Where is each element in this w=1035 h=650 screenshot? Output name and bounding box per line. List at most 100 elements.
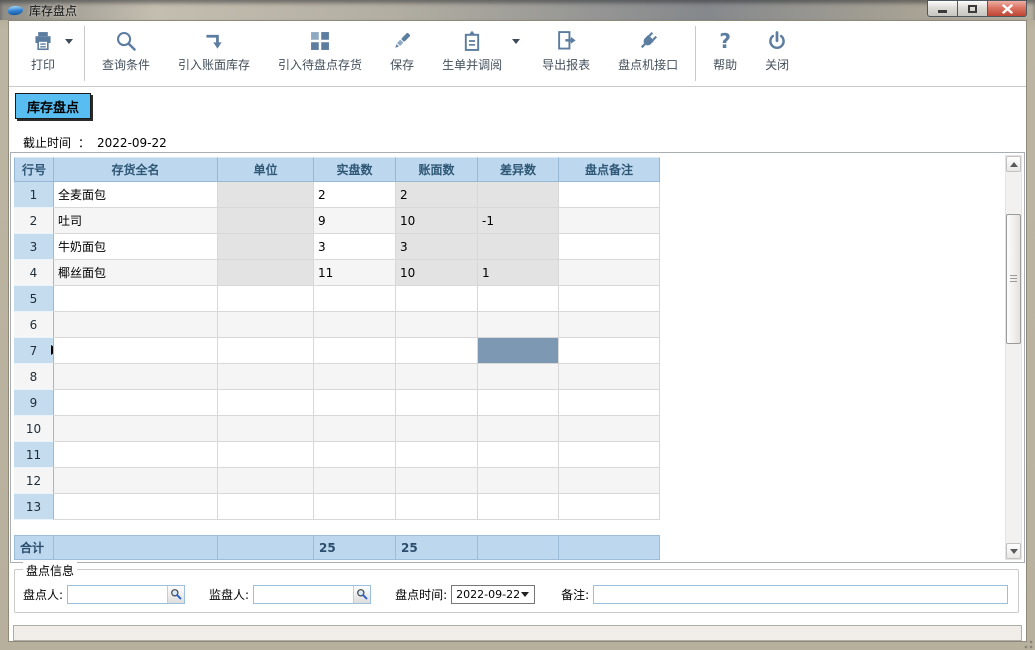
cell-unit[interactable] — [218, 260, 314, 286]
counter-input[interactable] — [68, 586, 167, 603]
toolbar-button-save-pen[interactable]: 保存 — [376, 21, 428, 86]
cell-unit[interactable] — [218, 416, 314, 442]
cell-book[interactable]: 2 — [396, 182, 478, 208]
cell-note[interactable] — [559, 494, 660, 520]
cell-diff[interactable] — [478, 234, 559, 260]
toolbar-button-import-grid[interactable]: 引入待盘点存货 — [264, 21, 376, 86]
cell-name[interactable] — [54, 364, 218, 390]
cell-note[interactable] — [559, 208, 660, 234]
cell-unit[interactable] — [218, 364, 314, 390]
cell-actual[interactable]: 3 — [314, 234, 396, 260]
cell-book[interactable] — [396, 442, 478, 468]
cell-book[interactable] — [396, 390, 478, 416]
cell-diff[interactable] — [478, 312, 559, 338]
cell-name[interactable] — [54, 286, 218, 312]
cell-name[interactable]: 牛奶面包 — [54, 234, 218, 260]
counter-lookup-button[interactable] — [167, 586, 184, 603]
cell-note[interactable] — [559, 182, 660, 208]
cell-no[interactable]: 3 — [14, 234, 54, 260]
cell-name[interactable]: 椰丝面包 — [54, 260, 218, 286]
cell-book[interactable] — [396, 416, 478, 442]
maximize-button[interactable] — [957, 0, 988, 17]
cell-actual[interactable] — [314, 442, 396, 468]
cell-no[interactable]: 7 — [14, 338, 54, 364]
dropdown-arrow-icon[interactable] — [512, 39, 520, 44]
cell-unit[interactable] — [218, 442, 314, 468]
cell-diff[interactable] — [478, 286, 559, 312]
cell-name[interactable] — [54, 338, 218, 364]
cell-book[interactable] — [396, 286, 478, 312]
cell-no[interactable]: 5 — [14, 286, 54, 312]
cell-note[interactable] — [559, 312, 660, 338]
cell-name[interactable] — [54, 390, 218, 416]
cell-name[interactable] — [54, 494, 218, 520]
cell-unit[interactable] — [218, 234, 314, 260]
count-time-dropdown[interactable]: 2022-09-22 — [451, 585, 535, 604]
cell-note[interactable] — [559, 442, 660, 468]
cell-actual[interactable] — [314, 338, 396, 364]
cell-note[interactable] — [559, 234, 660, 260]
cell-book[interactable]: 3 — [396, 234, 478, 260]
cell-book[interactable] — [396, 338, 478, 364]
cell-no[interactable]: 1 — [14, 182, 54, 208]
cell-diff[interactable] — [478, 338, 559, 364]
cell-unit[interactable] — [218, 208, 314, 234]
cell-no[interactable]: 4 — [14, 260, 54, 286]
cell-actual[interactable] — [314, 312, 396, 338]
cell-no[interactable]: 13 — [14, 494, 54, 520]
scrollbar-thumb[interactable] — [1006, 214, 1021, 344]
cell-name[interactable] — [54, 312, 218, 338]
toolbar-button-export-report[interactable]: 导出报表 — [528, 21, 604, 86]
vertical-scrollbar[interactable] — [1005, 155, 1022, 560]
cell-name[interactable]: 全麦面包 — [54, 182, 218, 208]
dropdown-arrow-icon[interactable] — [65, 39, 73, 44]
cell-diff[interactable] — [478, 364, 559, 390]
toolbar-button-printer[interactable]: 打印 — [17, 21, 81, 86]
cell-unit[interactable] — [218, 182, 314, 208]
cell-note[interactable] — [559, 416, 660, 442]
cell-unit[interactable] — [218, 390, 314, 416]
supervisor-input[interactable] — [254, 586, 353, 603]
cell-note[interactable] — [559, 338, 660, 364]
cell-no[interactable]: 9 — [14, 390, 54, 416]
cell-note[interactable] — [559, 468, 660, 494]
cell-actual[interactable] — [314, 416, 396, 442]
tab-inventory-count[interactable]: 库存盘点 — [15, 93, 91, 119]
cell-actual[interactable] — [314, 286, 396, 312]
cell-no[interactable]: 6 — [14, 312, 54, 338]
cell-diff[interactable] — [478, 468, 559, 494]
cell-diff[interactable]: -1 — [478, 208, 559, 234]
cell-book[interactable] — [396, 494, 478, 520]
cell-diff[interactable] — [478, 416, 559, 442]
toolbar-button-help[interactable]: ?帮助 — [699, 21, 751, 86]
cell-name[interactable] — [54, 416, 218, 442]
cell-no[interactable]: 11 — [14, 442, 54, 468]
cell-no[interactable]: 10 — [14, 416, 54, 442]
cell-unit[interactable] — [218, 286, 314, 312]
cell-note[interactable] — [559, 260, 660, 286]
cell-unit[interactable] — [218, 338, 314, 364]
cell-name[interactable] — [54, 442, 218, 468]
cell-no[interactable]: 2 — [14, 208, 54, 234]
toolbar-button-search[interactable]: 查询条件 — [88, 21, 164, 86]
scroll-down-button[interactable] — [1006, 543, 1021, 559]
note-input[interactable] — [593, 585, 1008, 604]
cell-actual[interactable] — [314, 364, 396, 390]
toolbar-button-power[interactable]: 关闭 — [751, 21, 803, 86]
cell-diff[interactable] — [478, 442, 559, 468]
cell-no[interactable]: 12 — [14, 468, 54, 494]
close-button[interactable] — [987, 0, 1027, 17]
cell-book[interactable]: 10 — [396, 208, 478, 234]
cell-note[interactable] — [559, 390, 660, 416]
cell-diff[interactable] — [478, 182, 559, 208]
cell-unit[interactable] — [218, 494, 314, 520]
cell-no[interactable]: 8 — [14, 364, 54, 390]
cell-actual[interactable] — [314, 468, 396, 494]
cell-diff[interactable] — [478, 494, 559, 520]
cell-book[interactable] — [396, 468, 478, 494]
toolbar-button-plug[interactable]: 盘点机接口 — [604, 21, 692, 86]
cell-unit[interactable] — [218, 312, 314, 338]
cell-actual[interactable] — [314, 494, 396, 520]
cell-note[interactable] — [559, 286, 660, 312]
cell-diff[interactable]: 1 — [478, 260, 559, 286]
